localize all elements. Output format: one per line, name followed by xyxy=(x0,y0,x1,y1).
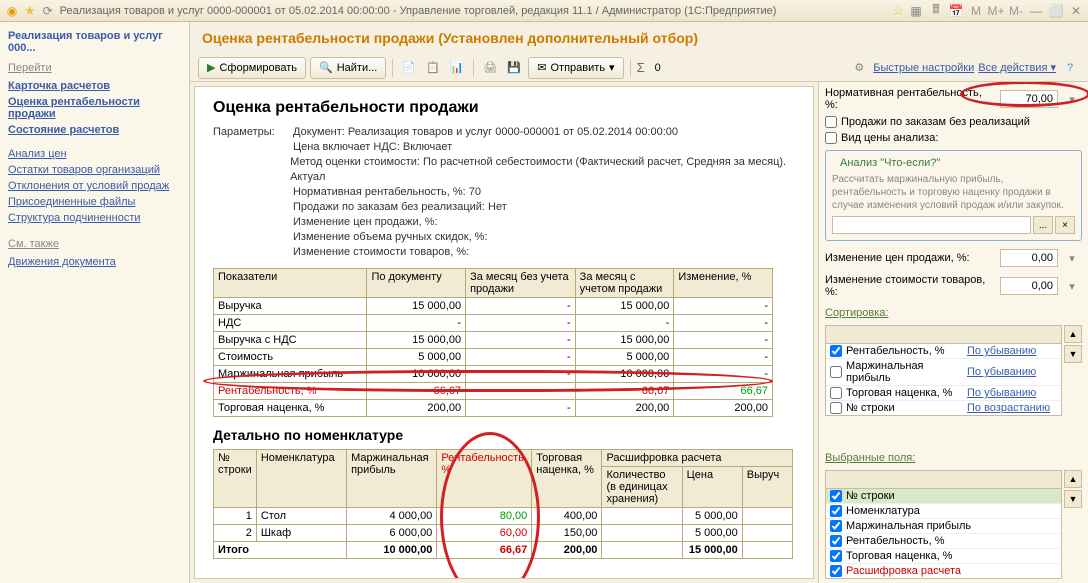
field-up[interactable]: ▲ xyxy=(1064,470,1082,488)
whatif-clear[interactable]: × xyxy=(1055,216,1075,234)
table-row: Маржинальная прибыль10 000,00-10 000,00- xyxy=(214,366,773,383)
sigma-icon[interactable]: Σ xyxy=(637,60,645,75)
table-row: НДС---- xyxy=(214,315,773,332)
whatif-input[interactable] xyxy=(832,216,1031,234)
maximize-icon[interactable]: ⬜ xyxy=(1048,3,1064,19)
table-row: Стоимость5 000,00-5 000,00- xyxy=(214,349,773,366)
summary-table: ПоказателиПо документуЗа месяц без учета… xyxy=(213,268,773,417)
close-icon[interactable]: ✕ xyxy=(1068,3,1084,19)
quick-settings-link[interactable]: Быстрые настройки xyxy=(873,62,974,74)
sidebar-item-profit[interactable]: Оценка рентабельности продажи xyxy=(0,94,189,122)
window-title: Реализация товаров и услуг 0000-000001 о… xyxy=(60,5,777,17)
sidebar-item-dev[interactable]: Отклонения от условий продаж xyxy=(0,178,189,194)
sort-row[interactable]: № строкиПо возрастанию xyxy=(826,401,1061,415)
report-title: Оценка рентабельности продажи xyxy=(213,99,805,117)
star-icon[interactable]: ★ xyxy=(24,3,36,19)
field-row[interactable]: Торговая наценка, % xyxy=(826,549,1061,564)
help-icon[interactable]: ? xyxy=(1060,58,1080,78)
cost-change-input[interactable] xyxy=(1000,277,1058,295)
sidebar-item-price[interactable]: Анализ цен xyxy=(0,146,189,162)
params-label: Параметры: xyxy=(213,125,293,140)
sidebar-item-state[interactable]: Состояние расчетов xyxy=(0,122,189,138)
nav-icon[interactable]: ⟳ xyxy=(40,3,56,19)
sidebar-item-card[interactable]: Карточка расчетов xyxy=(0,78,189,94)
spin-icon[interactable]: ▾ xyxy=(1062,248,1082,268)
table-row: Торговая наценка, %200,00-200,00200,00 xyxy=(214,400,773,417)
sidebar-item-stock[interactable]: Остатки товаров организаций xyxy=(0,162,189,178)
app-icon: ◉ xyxy=(4,3,20,19)
table-row: Итого10 000,0066,67200,0015 000,00 xyxy=(214,542,793,559)
field-row[interactable]: Расшифровка расчета xyxy=(826,564,1061,578)
table-row: Выручка15 000,00-15 000,00- xyxy=(214,298,773,315)
fields-header: Выбранные поля: xyxy=(825,452,1082,464)
fav-icon[interactable]: ☆ xyxy=(892,3,904,19)
right-panel: Нормативная рентабельность, %: ▾ Продажи… xyxy=(818,82,1088,583)
grid-icon[interactable]: ▦ xyxy=(908,3,924,19)
sidebar-item-struct[interactable]: Структура подчиненности xyxy=(0,210,189,226)
m-icon[interactable]: M xyxy=(968,3,984,19)
all-actions-link[interactable]: Все действия ▾ xyxy=(978,61,1056,74)
calc-icon[interactable]: 🖩 xyxy=(928,3,944,19)
page-title: Оценка рентабельности продажи (Установле… xyxy=(190,22,1088,54)
field-row[interactable]: Рентабельность, % xyxy=(826,534,1061,549)
sort-row[interactable]: Рентабельность, %По убыванию xyxy=(826,344,1061,359)
sidebar-item-files[interactable]: Присоединенные файлы xyxy=(0,194,189,210)
save-icon[interactable]: 💾 xyxy=(504,58,524,78)
chk-orders[interactable] xyxy=(825,116,837,128)
sort-box: Рентабельность, %По убыванию Маржинальна… xyxy=(825,325,1062,416)
sidebar-head: Реализация товаров и услуг 000... xyxy=(0,26,189,58)
minimize-icon[interactable]: — xyxy=(1028,3,1044,19)
tb-icon-1[interactable]: 📄 xyxy=(399,58,419,78)
whatif-more[interactable]: ... xyxy=(1033,216,1053,234)
tb-icon-3[interactable]: 📊 xyxy=(447,58,467,78)
sigma-val: 0 xyxy=(655,62,661,74)
whatif-fieldset: Анализ "Что-если?" Рассчитать маржинальн… xyxy=(825,150,1082,241)
send-button[interactable]: ✉Отправить▾ xyxy=(528,57,623,79)
titlebar: ◉ ★ ⟳ Реализация товаров и услуг 0000-00… xyxy=(0,0,1088,22)
table-row: Рентабельность, %66,67-66,6766,67 xyxy=(214,383,773,400)
field-row[interactable]: Маржинальная прибыль xyxy=(826,519,1061,534)
print-icon[interactable]: 🖨 xyxy=(480,58,500,78)
sort-row[interactable]: Торговая наценка, %По убыванию xyxy=(826,386,1061,401)
chk-pricetype[interactable] xyxy=(825,132,837,144)
form-button[interactable]: ▶Сформировать xyxy=(198,57,306,79)
sidebar-item-moves[interactable]: Движения документа xyxy=(0,254,189,270)
toolbar: ▶Сформировать 🔍Найти... 📄 📋 📊 🖨 💾 ✉Отпра… xyxy=(190,54,1088,82)
cal-icon[interactable]: 📅 xyxy=(948,3,964,19)
report: Оценка рентабельности продажи Параметры:… xyxy=(194,86,814,579)
detail-title: Детально по номенклатуре xyxy=(213,427,805,443)
field-row[interactable]: Номенклатура xyxy=(826,504,1061,519)
mplus-icon[interactable]: M+ xyxy=(988,3,1004,19)
sidebar: Реализация товаров и услуг 000... Перейт… xyxy=(0,22,190,583)
find-button[interactable]: 🔍Найти... xyxy=(310,57,386,79)
mminus-icon[interactable]: M- xyxy=(1008,3,1024,19)
params-block: Параметры:Документ: Реализация товаров и… xyxy=(213,125,805,260)
settings-icon[interactable]: ⚙ xyxy=(849,58,869,78)
whatif-text: Рассчитать маржинальную прибыль, рентабе… xyxy=(832,173,1075,212)
calc-small-icon[interactable]: ▾ xyxy=(1062,89,1082,109)
sidebar-go: Перейти xyxy=(0,58,189,78)
sort-row[interactable]: Маржинальная прибыльПо убыванию xyxy=(826,359,1061,386)
sidebar-see: См. также xyxy=(0,234,189,254)
field-row[interactable]: № строки xyxy=(826,489,1061,504)
sort-header: Сортировка: xyxy=(825,307,1082,319)
tb-icon-2[interactable]: 📋 xyxy=(423,58,443,78)
norm-label: Нормативная рентабельность, %: xyxy=(825,87,996,111)
field-down[interactable]: ▼ xyxy=(1064,490,1082,508)
sort-down[interactable]: ▼ xyxy=(1064,345,1082,363)
whatif-title: Анализ "Что-если?" xyxy=(836,157,944,169)
table-row: 2Шкаф6 000,0060,00150,005 000,00 xyxy=(214,525,793,542)
sort-up[interactable]: ▲ xyxy=(1064,325,1082,343)
table-row: 1Стол4 000,0080,00400,005 000,00 xyxy=(214,508,793,525)
fields-box: № строки Номенклатура Маржинальная прибы… xyxy=(825,470,1062,579)
spin-icon[interactable]: ▾ xyxy=(1062,276,1082,296)
price-change-input[interactable] xyxy=(1000,249,1058,267)
table-row: Выручка с НДС15 000,00-15 000,00- xyxy=(214,332,773,349)
detail-table: № строки Номенклатура Маржинальная прибы… xyxy=(213,449,793,559)
norm-input[interactable] xyxy=(1000,90,1058,108)
